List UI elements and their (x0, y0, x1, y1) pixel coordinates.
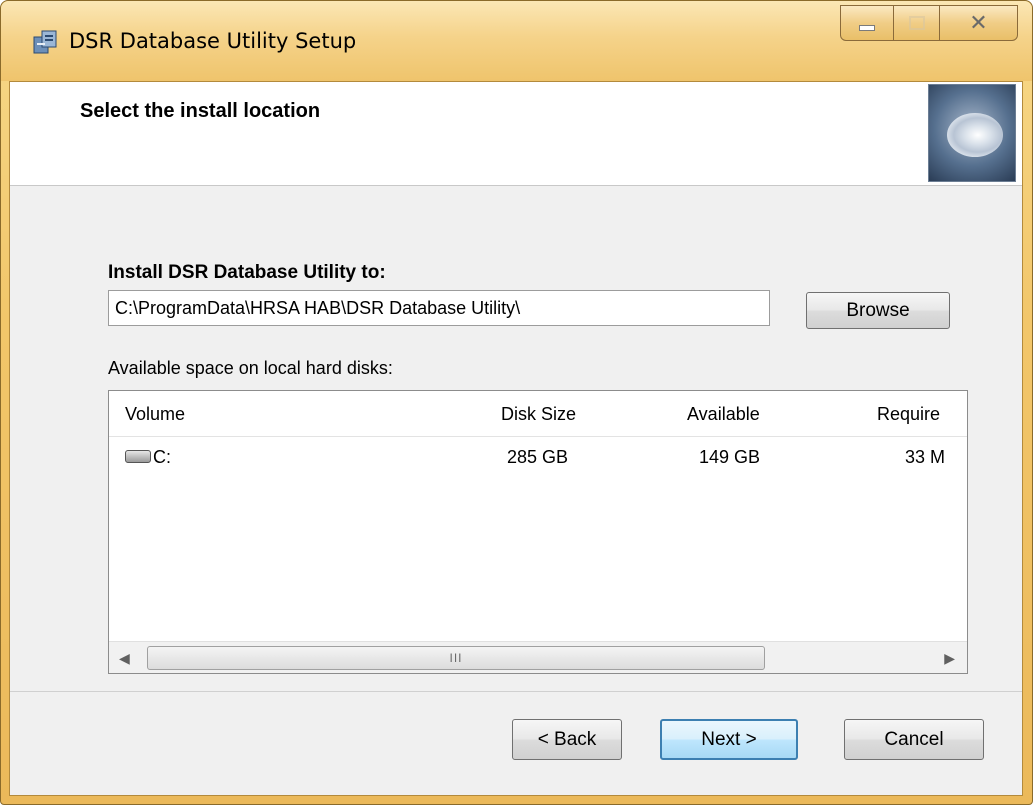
cd-disc-image (928, 84, 1016, 182)
column-header-available[interactable]: Available (687, 404, 760, 425)
footer-divider (10, 691, 1022, 692)
back-button[interactable]: < Back (512, 719, 622, 760)
required-cell: 33 M (905, 447, 946, 467)
header-banner: Select the install location (10, 82, 1022, 186)
window-title: DSR Database Utility Setup (69, 29, 357, 53)
column-header-volume[interactable]: Volume (125, 404, 185, 425)
title-bar[interactable]: DSR Database Utility Setup ✕ (1, 1, 1032, 81)
scroll-grip-icon: III (449, 651, 463, 665)
list-header: Volume Disk Size Available Require (109, 391, 967, 437)
page-title: Select the install location (80, 100, 321, 122)
disk-list[interactable]: Volume Disk Size Available Require C: 28… (108, 390, 968, 674)
maximize-icon (908, 16, 925, 30)
close-button[interactable]: ✕ (940, 5, 1018, 41)
dialog-client-area: Select the install location Install DSR … (9, 81, 1023, 796)
caption-buttons: ✕ (840, 5, 1018, 41)
volume-cell: C: (153, 447, 171, 467)
install-location-label: Install DSR Database Utility to: (108, 262, 386, 283)
column-header-disk-size[interactable]: Disk Size (501, 404, 576, 425)
disk-size-cell: 285 GB (507, 447, 569, 467)
browse-button[interactable]: Browse (806, 292, 950, 329)
cd-icon (947, 113, 1003, 157)
column-header-required[interactable]: Require (877, 404, 940, 425)
cancel-button[interactable]: Cancel (844, 719, 984, 760)
install-path-input[interactable] (108, 290, 770, 326)
available-cell: 149 GB (699, 447, 761, 467)
hard-drive-icon (125, 450, 151, 463)
scroll-left-icon[interactable]: ◀ (119, 650, 130, 667)
minimize-icon (859, 25, 875, 31)
setup-window: DSR Database Utility Setup ✕ Select the … (0, 0, 1033, 805)
horizontal-scrollbar[interactable]: ◀ III ▶ (109, 641, 967, 673)
maximize-button (894, 5, 940, 41)
scroll-right-icon[interactable]: ▶ (944, 650, 955, 667)
next-button[interactable]: Next > (660, 719, 798, 760)
scroll-thumb[interactable]: III (147, 646, 765, 670)
disk-space-label: Available space on local hard disks: (108, 358, 393, 378)
minimize-button[interactable] (840, 5, 894, 41)
installer-icon (33, 30, 57, 54)
table-row[interactable]: C: 285 GB 149 GB 33 M (109, 445, 967, 475)
close-icon: ✕ (969, 10, 988, 36)
